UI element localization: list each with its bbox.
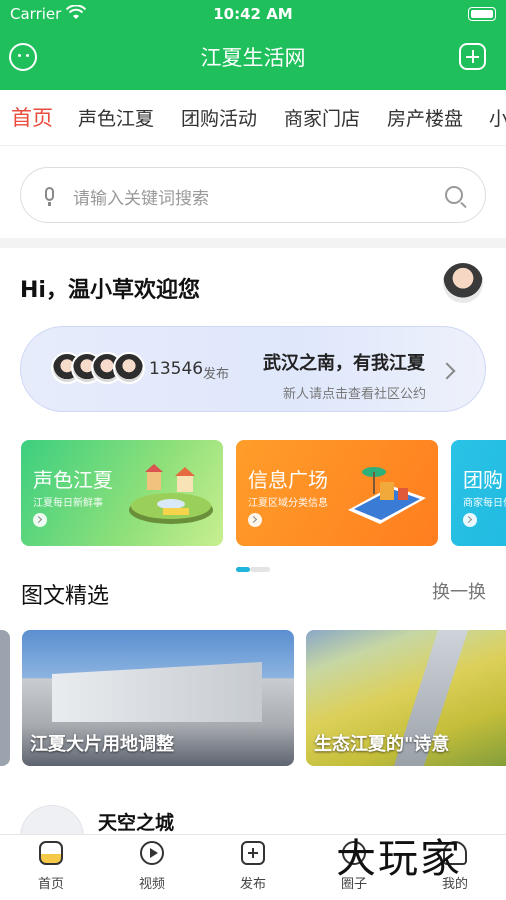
nav-bar: 江夏生活网	[0, 28, 506, 86]
card-title: 团购	[463, 468, 503, 492]
feature-card-shengse[interactable]: 声色江夏 江夏每日新鲜事	[21, 440, 223, 546]
community-subtitle: 新人请点击查看社区公约	[283, 387, 427, 402]
search-icon[interactable]	[445, 186, 463, 204]
tabbar-home[interactable]: 首页	[16, 841, 86, 892]
town-illustration-icon	[129, 464, 213, 524]
carousel-dot-active	[236, 567, 250, 572]
card-subtitle: 江夏每日新鲜事	[33, 498, 103, 509]
refresh-button[interactable]: 换一换	[432, 578, 486, 604]
home-icon	[39, 841, 63, 865]
user-avatar[interactable]	[443, 263, 483, 303]
video-icon	[140, 841, 164, 865]
article-title: 江夏大片用地调整	[30, 734, 174, 755]
feature-card-group-buy[interactable]: 团购 商家每日优	[451, 440, 506, 546]
avatar	[113, 352, 145, 384]
clock: 10:42 AM	[213, 5, 293, 23]
arrow-circle-icon	[463, 513, 477, 527]
status-bar: Carrier 10:42 AM	[0, 0, 506, 28]
tabbar-publish[interactable]: 发布	[218, 841, 288, 892]
greeting-text: Hi，温小草欢迎您	[20, 278, 200, 303]
tab-more[interactable]: 小	[489, 104, 506, 131]
page-title: 江夏生活网	[200, 46, 306, 70]
tab-merchants[interactable]: 商家门店	[284, 104, 360, 131]
watermark-logo: 大玩家	[336, 836, 462, 882]
tab-shengse-jiangxia[interactable]: 声色江夏	[78, 104, 154, 131]
tabbar-label: 视频	[138, 877, 165, 892]
tab-real-estate[interactable]: 房产楼盘	[387, 104, 463, 131]
member-avatars	[51, 352, 161, 386]
tablet-shop-illustration-icon	[348, 467, 426, 524]
section-title: 图文精选	[21, 584, 110, 609]
post-count-suffix: 发布	[203, 367, 230, 382]
tab-group-buying[interactable]: 团购活动	[181, 104, 257, 131]
category-tabs: 首页 声色江夏 团购活动 商家门店 房产楼盘 小	[0, 90, 506, 146]
divider	[0, 238, 506, 248]
community-motto: 武汉之南，有我江夏	[263, 353, 425, 374]
feature-card-info-square[interactable]: 信息广场 江夏区域分类信息	[236, 440, 438, 546]
tabbar-video[interactable]: 视频	[117, 841, 187, 892]
post-title: 天空之城	[98, 812, 175, 834]
article-title: 生态江夏的"诗意	[314, 734, 450, 755]
post-count: 13546	[149, 359, 204, 379]
battery-icon	[468, 7, 496, 21]
card-title: 信息广场	[248, 468, 328, 492]
carousel-dot	[250, 567, 270, 572]
add-icon	[241, 841, 265, 865]
card-subtitle: 江夏区域分类信息	[248, 498, 328, 509]
search-placeholder: 请输入关键词搜索	[73, 189, 209, 209]
mall-photo	[52, 662, 262, 722]
article-card-partial[interactable]	[0, 630, 10, 766]
tabbar-label: 发布	[239, 877, 266, 892]
tab-home[interactable]: 首页	[11, 102, 53, 132]
search-bar[interactable]: 请输入关键词搜索	[20, 167, 486, 223]
card-title: 声色江夏	[33, 468, 113, 492]
feature-cards: 声色江夏 江夏每日新鲜事 信息广场 江夏区域分类信息 团购 商家每日优	[0, 440, 506, 546]
add-post-button[interactable]	[459, 43, 486, 70]
article-card[interactable]: 江夏大片用地调整	[22, 630, 294, 766]
carousel-indicator	[236, 567, 270, 573]
arrow-circle-icon	[33, 513, 47, 527]
app-header: Carrier 10:42 AM 江夏生活网	[0, 0, 506, 90]
tabbar-label: 首页	[37, 877, 64, 892]
card-subtitle: 商家每日优	[463, 498, 506, 509]
chevron-right-icon	[438, 362, 456, 380]
article-card[interactable]: 生态江夏的"诗意	[306, 630, 506, 766]
arrow-circle-icon	[248, 513, 262, 527]
microphone-icon[interactable]	[45, 187, 54, 201]
article-carousel: 江夏大片用地调整 生态江夏的"诗意	[0, 630, 506, 766]
community-banner[interactable]: 13546 发布 武汉之南，有我江夏 新人请点击查看社区公约	[20, 326, 486, 412]
